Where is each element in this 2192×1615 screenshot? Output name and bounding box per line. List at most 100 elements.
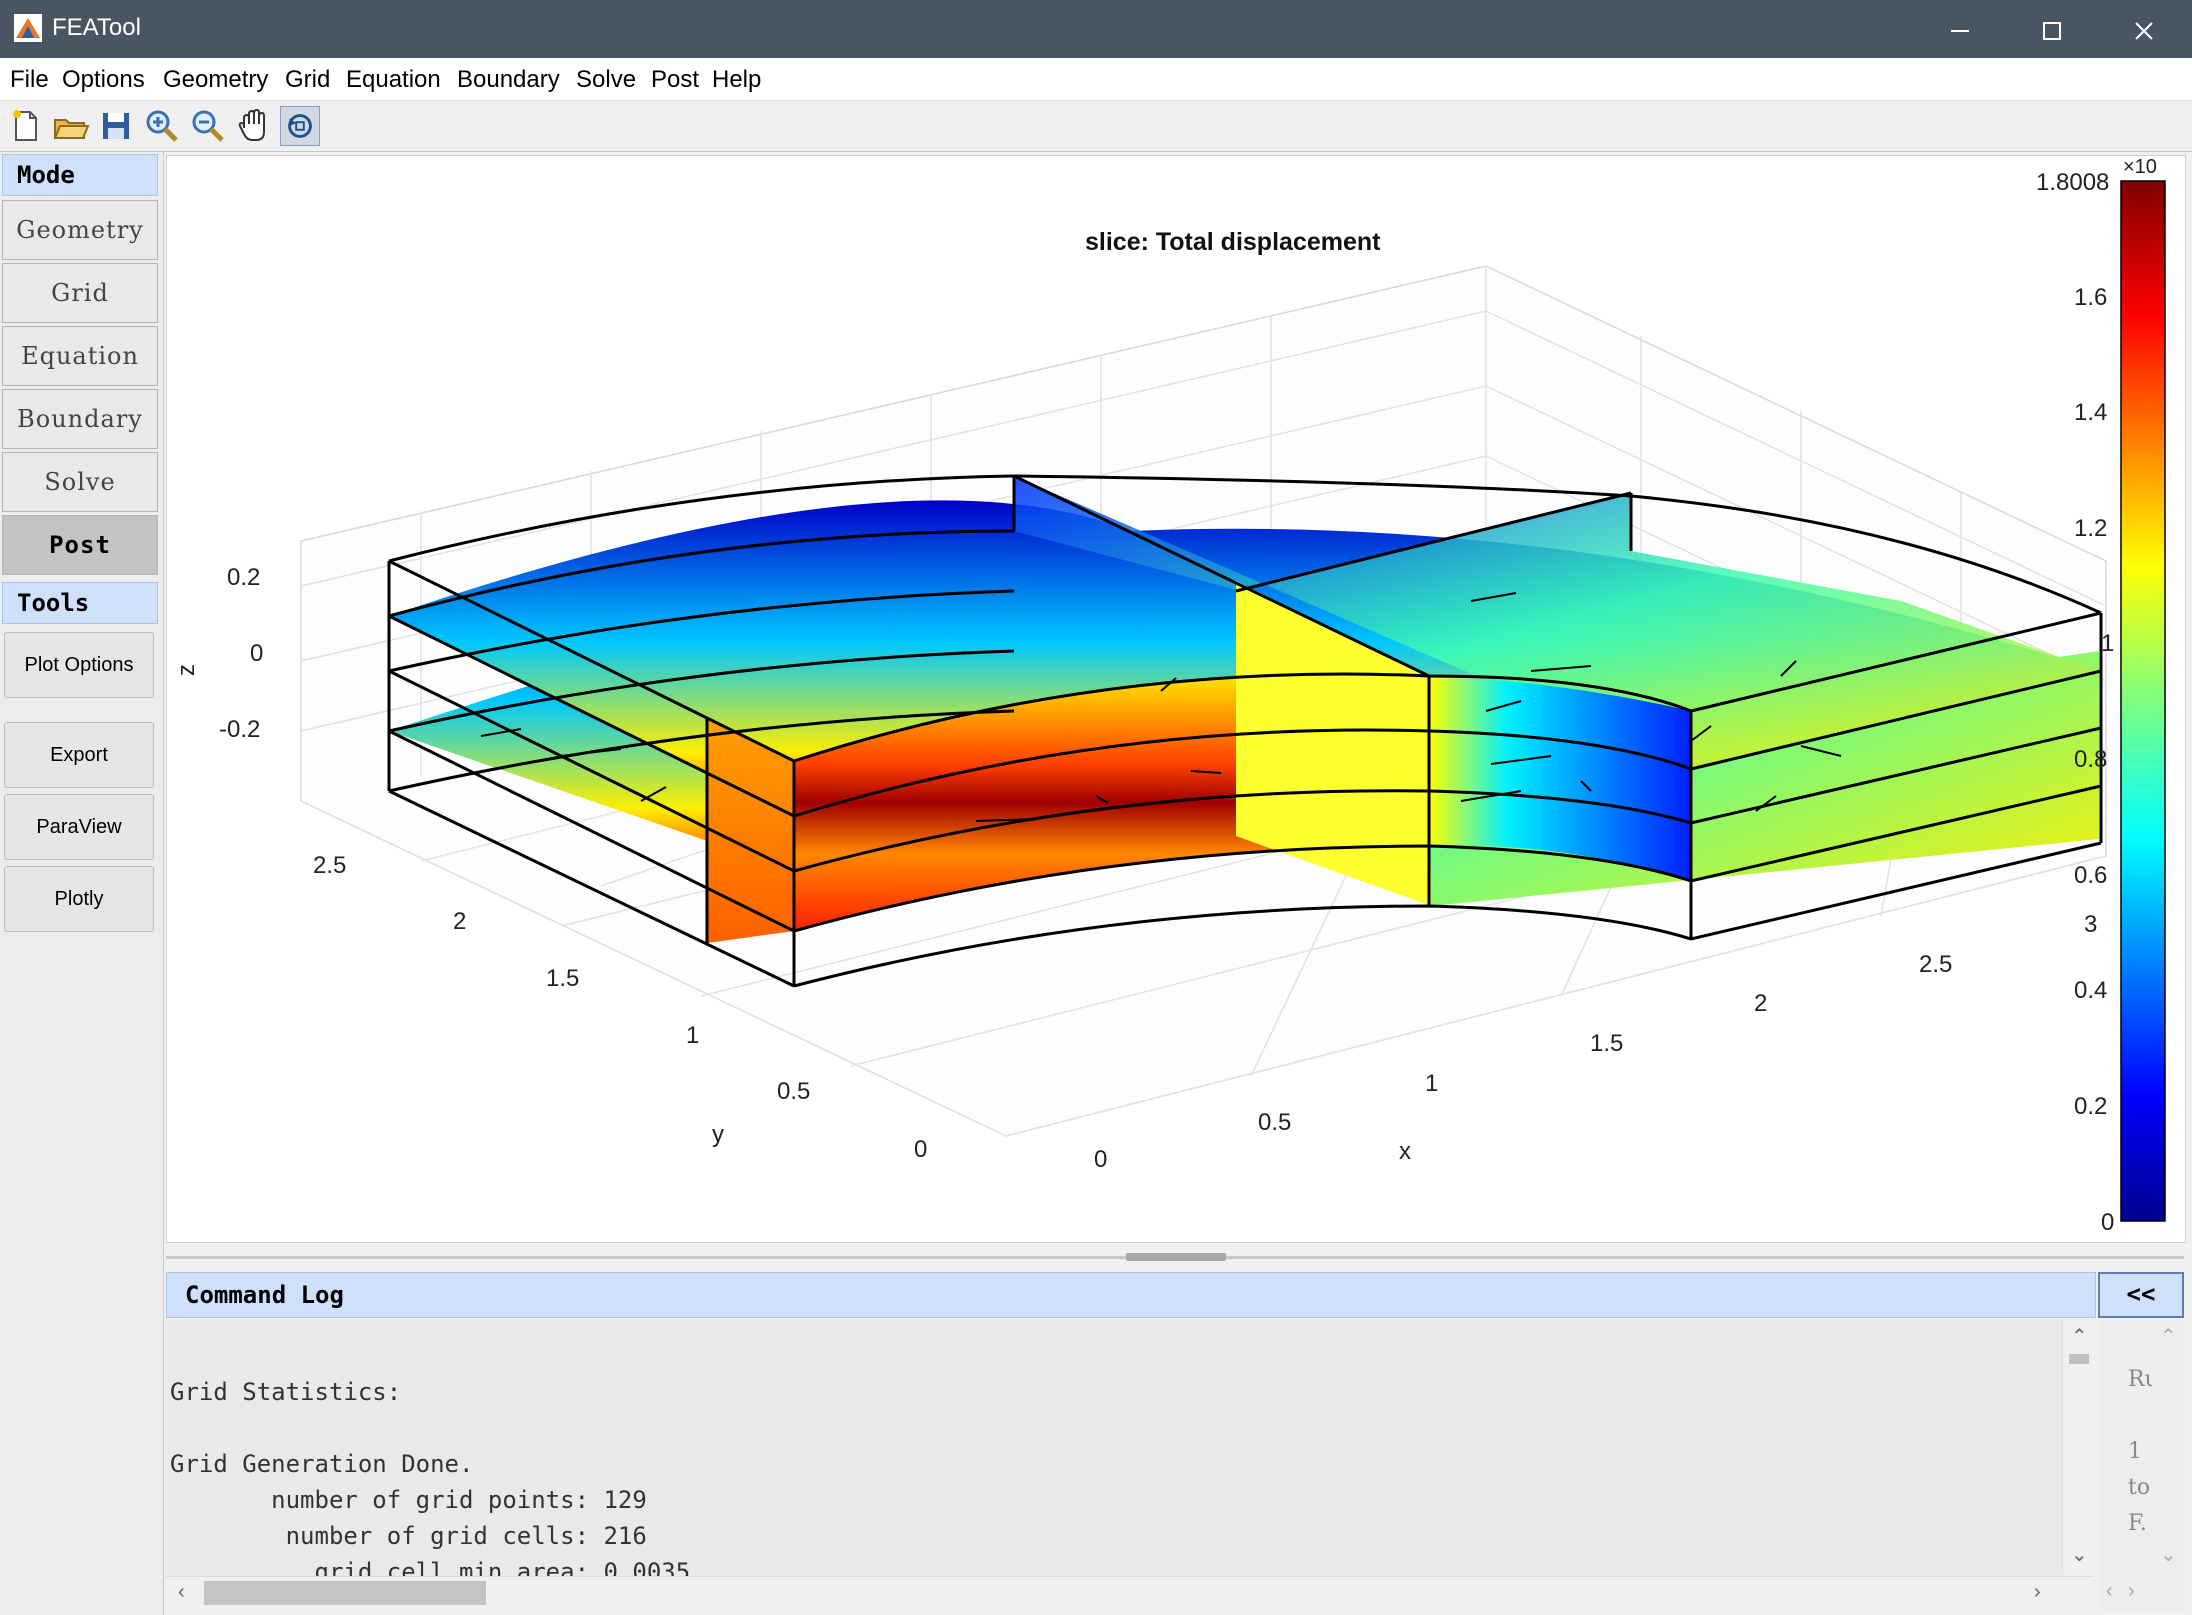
tools-header: Tools [2,582,158,624]
mode-post-button[interactable]: Post [2,515,158,575]
maximize-button[interactable] [2006,0,2098,58]
x-tick: 1.5 [1590,1030,1624,1057]
x-tick: 3 [2084,911,2098,938]
z-tick: 0.2 [227,564,261,591]
menu-bar: File Options Geometry Grid Equation Boun… [0,58,2192,101]
featool-logo-icon [14,14,42,42]
zoom-out-button[interactable] [188,106,228,146]
colorbar-tick: 1.4 [2074,399,2108,426]
plot-options-button[interactable]: Plot Options [4,632,154,698]
menu-file[interactable]: File [10,66,49,94]
open-button[interactable] [50,106,90,146]
colorbar-tick: 1.2 [2074,515,2108,542]
mode-grid-button[interactable]: Grid [2,263,158,323]
command-log[interactable]: Grid Statistics: Grid Generation Done. n… [166,1320,2064,1600]
menu-help[interactable]: Help [712,66,761,94]
horizontal-scroll-thumb[interactable] [204,1581,486,1605]
menu-geometry[interactable]: Geometry [163,66,268,94]
x-tick: 2.5 [1919,951,1953,978]
close-button[interactable] [2098,0,2190,58]
scroll-right-icon[interactable]: › [2034,1581,2041,1604]
command-log-header: Command Log [166,1272,2096,1318]
mode-equation-button[interactable]: Equation [2,326,158,386]
colorbar-tick: 1.6 [2074,284,2108,311]
x-axis-label: x [1399,1138,1411,1165]
save-button[interactable] [96,106,136,146]
colorbar [2120,180,2166,1222]
panel-splitter[interactable] [166,1248,2184,1268]
plot-title: slice: Total displacement [1085,228,1381,256]
z-tick: 0 [250,640,264,667]
scroll-left-icon[interactable]: ‹ [178,1581,185,1604]
x-tick: 0.5 [1258,1109,1292,1136]
mode-boundary-button[interactable]: Boundary [2,389,158,449]
menu-options[interactable]: Options [62,66,145,94]
side-scroll-left-icon[interactable]: ‹ [2106,1580,2113,1603]
rotate-3d-icon [288,114,312,138]
y-tick: 1.5 [546,965,580,992]
x-tick: 1 [1425,1070,1439,1097]
close-icon [2135,22,2153,40]
vertical-scrollbar[interactable]: ⌃ ⌄ [2062,1320,2095,1572]
open-folder-icon [53,119,90,139]
collapse-button[interactable]: << [2098,1272,2184,1318]
rotate-3d-button[interactable] [280,106,320,146]
y-tick: 2 [453,908,467,935]
z-axis-label: z [173,664,200,676]
command-history-panel: Ru 1 to F. ⌃ ⌄ ‹ › [2098,1320,2184,1610]
zoom-out-icon [192,110,224,142]
colorbar-exponent: ×10 [2123,156,2157,178]
plotly-button[interactable]: Plotly [4,866,154,932]
y-axis-label: y [712,1121,724,1148]
menu-equation[interactable]: Equation [346,66,441,94]
vertical-scroll-thumb[interactable] [2069,1354,2089,1364]
title-bar: FEATool [0,0,2192,58]
export-button[interactable]: Export [4,722,154,788]
colorbar-tick: 0.2 [2074,1093,2108,1120]
side-scroll-up-icon[interactable]: ⌃ [2160,1324,2177,1349]
x-tick: 0 [1094,1146,1108,1173]
toolbar [0,101,2192,152]
y-tick: 0.5 [777,1078,811,1105]
colorbar-tick: 0.4 [2074,977,2108,1004]
zoom-in-button[interactable] [142,106,182,146]
z-tick: -0.2 [219,716,261,743]
y-tick: 2.5 [313,852,347,879]
colorbar-tick: 0.6 [2074,862,2108,889]
scroll-up-icon[interactable]: ⌃ [2071,1324,2088,1349]
maximize-icon [2043,22,2061,41]
new-file-button[interactable] [6,106,46,146]
minimize-icon [1951,30,1969,33]
side-scroll-right-icon[interactable]: › [2128,1580,2135,1603]
mode-header: Mode [2,154,158,196]
mode-solve-button[interactable]: Solve [2,452,158,512]
colorbar-max-label: 1.8008 [2036,169,2110,196]
y-tick: 0 [914,1136,928,1163]
pan-button[interactable] [234,106,274,146]
side-scroll-down-icon[interactable]: ⌄ [2160,1542,2177,1567]
colorbar-tick: 0.8 [2074,746,2108,773]
scroll-down-icon[interactable]: ⌄ [2071,1542,2088,1567]
colorbar-tick: 0 [2101,1209,2115,1236]
plot-canvas [300,180,2166,1222]
menu-grid[interactable]: Grid [285,66,330,94]
plot-area[interactable]: slice: Total displacement 1.8008 ×10 1.6… [166,155,2186,1243]
menu-boundary[interactable]: Boundary [457,66,560,94]
y-tick: 1 [686,1022,700,1049]
menu-post[interactable]: Post [651,66,699,94]
x-tick: 2 [1754,990,1768,1017]
zoom-in-icon [146,110,178,142]
left-panel: Mode Geometry Grid Equation Boundary Sol… [0,152,164,1615]
menu-solve[interactable]: Solve [576,66,636,94]
paraview-button[interactable]: ParaView [4,794,154,860]
colorbar-tick: 1 [2101,630,2115,657]
minimize-button[interactable] [1914,0,2006,58]
mode-geometry-button[interactable]: Geometry [2,200,158,260]
command-history-text: Ru 1 to F. [2128,1367,2152,1536]
command-log-text: Grid Statistics: Grid Generation Done. n… [170,1378,691,1586]
horizontal-scrollbar[interactable]: ‹ › [166,1576,2094,1609]
pan-hand-icon [238,108,265,141]
window-title: FEATool [52,14,141,41]
new-file-icon [13,110,37,141]
save-icon [103,113,129,139]
